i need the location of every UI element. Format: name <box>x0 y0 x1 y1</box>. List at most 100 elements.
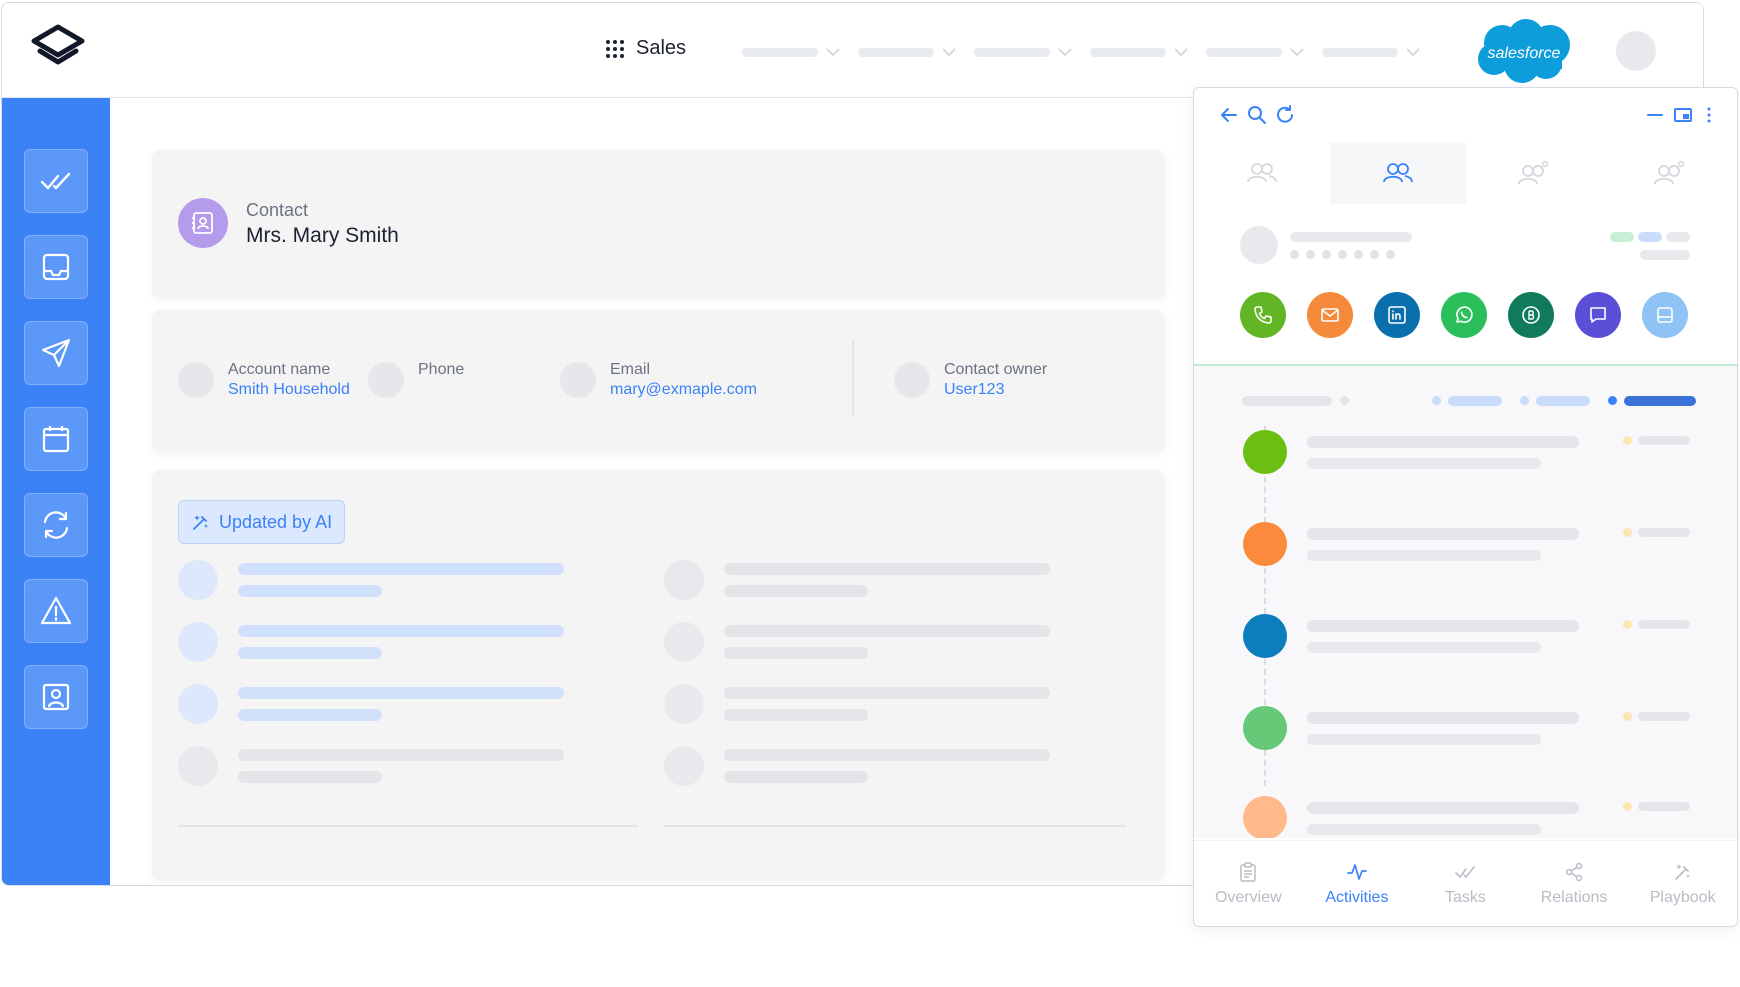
chevron-down-icon <box>1174 48 1188 57</box>
timeline-title-placeholder <box>1307 528 1579 540</box>
timeline-item-marker[interactable] <box>1243 614 1287 658</box>
chat-icon <box>1590 307 1606 323</box>
profile-name-placeholder <box>1290 232 1412 242</box>
timeline-title-placeholder <box>1307 620 1579 632</box>
tab-tasks-label: Tasks <box>1445 888 1486 906</box>
contact-card-icon <box>42 683 70 711</box>
salesforce-logo-text: salesforce <box>1488 45 1561 62</box>
account-link[interactable]: Smith Household <box>228 380 350 400</box>
contact-avatar <box>178 198 228 248</box>
call-button[interactable] <box>1240 292 1286 338</box>
sidebar-item-alerts[interactable] <box>24 579 88 643</box>
window-icon <box>1657 307 1673 323</box>
sidebar-item-send[interactable] <box>24 321 88 385</box>
app-switcher[interactable]: Sales <box>606 37 686 60</box>
app-logo[interactable] <box>30 23 86 73</box>
app-name: Sales <box>636 37 687 59</box>
tab-people-2[interactable] <box>1329 142 1466 204</box>
email-link[interactable]: mary@exmaple.com <box>610 380 757 400</box>
nav-item[interactable] <box>742 47 840 57</box>
email-label: Email <box>610 361 651 378</box>
nav-item[interactable] <box>1322 47 1420 57</box>
mail-icon <box>1321 308 1339 322</box>
sidebar-item-sync[interactable] <box>24 493 88 557</box>
chevron-down-icon <box>826 48 840 57</box>
nav-item[interactable] <box>858 47 956 57</box>
timeline-title-placeholder <box>1307 802 1579 814</box>
people-settings-icon <box>1654 160 1685 185</box>
filter-chip[interactable] <box>1536 396 1590 406</box>
chat-button[interactable] <box>1575 292 1621 338</box>
tab-activities[interactable]: Activities <box>1303 841 1412 926</box>
activity-timeline <box>1194 366 1737 838</box>
linkedin-button[interactable] <box>1374 292 1420 338</box>
search-icon[interactable] <box>1246 104 1268 126</box>
profile-avatar <box>1240 226 1278 264</box>
contact-details-card: Account name Smith Household Phone Email… <box>152 310 1165 452</box>
people-icon <box>1246 163 1277 183</box>
updated-by-ai-badge[interactable]: Updated by AI <box>178 500 346 544</box>
refresh-icon[interactable] <box>1274 104 1296 126</box>
filter-chip-active[interactable] <box>1624 396 1696 406</box>
phone-icon <box>1254 306 1272 324</box>
tab-tasks[interactable]: Tasks <box>1411 841 1520 926</box>
more-vertical-icon[interactable] <box>1698 104 1720 126</box>
status-placeholder <box>1640 250 1690 260</box>
top-bar: Sales salesforce <box>2 3 1703 98</box>
filter-chip[interactable] <box>1448 396 1502 406</box>
nav-item[interactable] <box>974 47 1072 57</box>
timeline-subtitle-placeholder <box>1307 642 1541 653</box>
sidebar-item-calendar[interactable] <box>24 407 88 471</box>
nav-item[interactable] <box>1090 47 1188 57</box>
double-check-icon <box>40 172 71 190</box>
timeline-title-placeholder <box>1307 436 1579 448</box>
divider <box>664 825 1126 827</box>
beeper-icon <box>1522 306 1540 324</box>
nav-item[interactable] <box>1206 47 1304 57</box>
timeline-item-marker[interactable] <box>1243 522 1287 566</box>
owner-link[interactable]: User123 <box>944 380 1047 400</box>
tab-people-1[interactable] <box>1194 142 1330 204</box>
minimize-icon[interactable] <box>1644 104 1666 126</box>
whatsapp-button[interactable] <box>1441 292 1487 338</box>
tab-overview[interactable]: Overview <box>1194 841 1303 926</box>
contact-name: Mrs. Mary Smith <box>246 224 399 247</box>
placeholder-row <box>664 684 1050 724</box>
sidebar-item-contacts[interactable] <box>24 665 88 729</box>
email-icon <box>560 362 596 398</box>
timeline-item-marker[interactable] <box>1243 706 1287 750</box>
tab-overview-label: Overview <box>1214 888 1282 906</box>
app-grid-icon <box>606 39 624 58</box>
panel-tabs <box>1194 142 1737 204</box>
tab-people-4[interactable] <box>1601 142 1737 204</box>
calendar-icon <box>42 426 70 453</box>
timeline-item-marker[interactable] <box>1243 796 1287 838</box>
salesforce-logo: salesforce <box>1478 19 1570 83</box>
sidebar-item-inbox[interactable] <box>24 235 88 299</box>
sidebar-item-tasks[interactable] <box>24 149 88 213</box>
whatsapp-icon <box>1456 306 1473 323</box>
activity-icon <box>1347 863 1367 880</box>
status-pill <box>1666 232 1690 242</box>
clipboard-icon <box>1240 861 1257 882</box>
email-field: Email mary@exmaple.com <box>560 360 757 400</box>
tab-relations[interactable]: Relations <box>1520 841 1629 926</box>
user-avatar[interactable] <box>1616 31 1656 71</box>
email-button[interactable] <box>1307 292 1353 338</box>
back-arrow-icon[interactable] <box>1218 104 1240 126</box>
people-icon <box>1382 163 1413 183</box>
beeper-button[interactable] <box>1508 292 1554 338</box>
timeline-item-marker[interactable] <box>1243 430 1287 474</box>
panel-bottom-nav: Overview Activities Tasks Relations Play… <box>1194 840 1737 926</box>
timeline-title-placeholder <box>1307 712 1579 724</box>
ai-details-card: Updated by AI <box>152 470 1165 880</box>
chevron-down-icon <box>942 48 956 57</box>
window-button[interactable] <box>1642 292 1688 338</box>
tab-people-3[interactable] <box>1466 142 1602 204</box>
placeholder-row <box>178 560 564 600</box>
tab-playbook[interactable]: Playbook <box>1628 841 1737 926</box>
account-icon <box>178 362 214 398</box>
dock-window-icon[interactable] <box>1672 104 1694 126</box>
timeline-subtitle-placeholder <box>1307 734 1541 745</box>
placeholder-row <box>178 622 564 662</box>
